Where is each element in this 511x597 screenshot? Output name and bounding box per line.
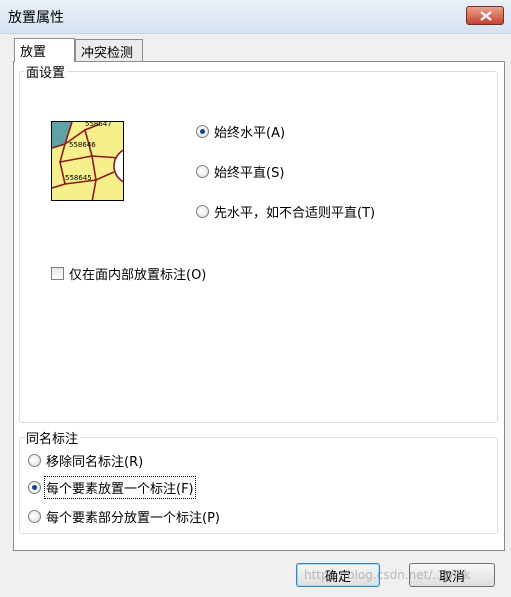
radio-label: 始终水平(A): [214, 126, 286, 141]
radio-always-horizontal[interactable]: 始终水平(A): [196, 122, 285, 141]
ok-button[interactable]: 确定: [296, 563, 380, 587]
close-button[interactable]: [466, 6, 504, 25]
preview-label-3: 558645: [65, 174, 92, 182]
radio-label: 始终平直(S): [214, 166, 285, 181]
radio-horizontal-then-straight[interactable]: 先水平，如不合适则平直(T): [196, 202, 375, 221]
radio-indicator[interactable]: [28, 454, 41, 467]
same-name-title: 同名标注: [24, 428, 81, 447]
radio-always-straight[interactable]: 始终平直(S): [196, 162, 284, 181]
cancel-button[interactable]: 取消: [409, 563, 495, 587]
preview-label-1: 558647: [85, 122, 112, 128]
radio-indicator[interactable]: [196, 125, 209, 138]
radio-label: 每个要素部分放置一个标注(P): [46, 511, 220, 526]
radio-indicator[interactable]: [196, 165, 209, 178]
radio-one-per-feature-part[interactable]: 每个要素部分放置一个标注(P): [28, 507, 220, 526]
window-title: 放置属性: [8, 10, 64, 26]
checkbox-inside-only[interactable]: 仅在面内部放置标注(O): [51, 264, 206, 283]
tab-placement[interactable]: 放置: [14, 38, 75, 62]
checkbox-label: 仅在面内部放置标注(O): [69, 268, 207, 283]
face-settings-title: 面设置: [24, 62, 68, 81]
radio-remove-duplicates[interactable]: 移除同名标注(R): [28, 451, 143, 470]
radio-label: 先水平，如不合适则平直(T): [214, 206, 376, 221]
radio-label: 移除同名标注(R): [46, 455, 144, 470]
radio-one-per-feature[interactable]: 每个要素放置一个标注(F): [28, 476, 196, 499]
checkbox-indicator[interactable]: [51, 267, 64, 280]
placement-preview-image: 558647 558646 558645: [51, 121, 124, 201]
radio-indicator[interactable]: [196, 205, 209, 218]
radio-label: 每个要素放置一个标注(F): [44, 476, 196, 499]
tab-conflict-detection[interactable]: 冲突检测: [75, 39, 143, 61]
preview-label-2: 558646: [69, 141, 96, 149]
radio-indicator[interactable]: [28, 481, 41, 494]
title-bar: 放置属性: [0, 0, 511, 34]
radio-indicator[interactable]: [28, 510, 41, 523]
close-icon: [480, 11, 492, 21]
